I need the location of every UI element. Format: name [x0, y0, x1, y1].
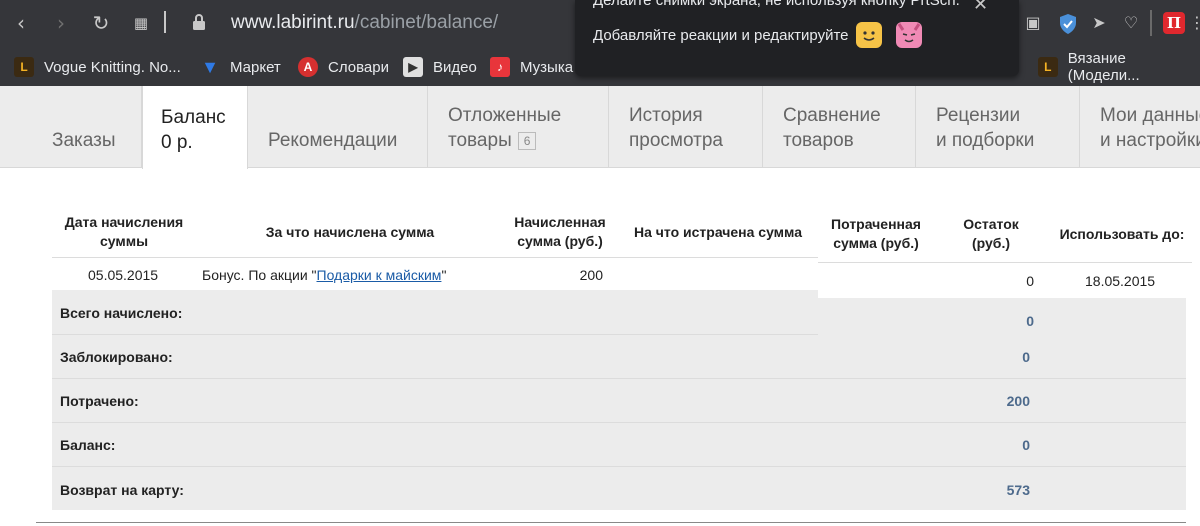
- row-accrued: 200: [579, 267, 603, 283]
- reload-icon[interactable]: ↻: [88, 10, 114, 36]
- url-path: /cabinet/balance/: [354, 12, 499, 33]
- tab-orders[interactable]: Заказы: [0, 86, 142, 168]
- play-icon: ▶: [403, 57, 423, 77]
- close-icon[interactable]: ✕: [973, 0, 988, 15]
- bookmark-label: Видео: [433, 58, 477, 76]
- tab-label: Рецензии: [936, 105, 1021, 126]
- tab-history[interactable]: История просмотра: [609, 86, 763, 168]
- header-rest: Остаток (руб.): [963, 216, 1019, 251]
- knitting-favicon-icon: L: [14, 57, 34, 77]
- header-divider: [52, 257, 818, 258]
- header-reason: За что начислена сумма: [265, 224, 435, 240]
- bookmark-item[interactable]: ▶ Видео: [403, 56, 477, 78]
- lock-icon[interactable]: [192, 13, 206, 31]
- bookmark-label: Маркет: [230, 58, 281, 76]
- tab-saved-items[interactable]: Отложенные товары 6: [428, 86, 609, 168]
- row-valid-until: 18.05.2015: [1085, 273, 1156, 289]
- back-icon[interactable]: ‹: [8, 10, 34, 36]
- tab-label: Рекомендации: [268, 130, 398, 151]
- bookmark-label: Vogue Knitting. No...: [44, 58, 181, 76]
- tab-sublabel: товаров: [783, 130, 854, 151]
- summary-value-refund: 573: [1006, 482, 1030, 498]
- header-spent: Потраченная сумма (руб.): [831, 216, 921, 251]
- tab-sublabel: и подборки: [936, 130, 1035, 151]
- header-divider: [818, 262, 1192, 263]
- summary-value-blocked: 0: [1022, 349, 1030, 365]
- summary-label-total: Всего начислено:: [60, 305, 183, 321]
- menu-icon[interactable]: ⋮: [1186, 12, 1200, 34]
- cart-icon: ▼: [201, 56, 219, 77]
- tab-label: Баланс: [161, 107, 226, 128]
- bookmark-item[interactable]: L Vogue Knitting. No...: [14, 56, 181, 78]
- header-accrued: Начисленная сумма (руб.): [514, 214, 606, 249]
- summary-label-balance: Баланс:: [60, 437, 116, 453]
- tab-recommendations[interactable]: Рекомендации: [248, 86, 428, 168]
- promo-link[interactable]: Подарки к майским: [317, 267, 442, 283]
- tab-balance[interactable]: Баланс 0 р.: [142, 86, 248, 169]
- row-rest: 0: [1026, 273, 1034, 289]
- popup-text: Добавляйте реакции и редактируйте: [593, 27, 849, 44]
- smile-emoji-icon[interactable]: [856, 22, 882, 48]
- bookmark-item[interactable]: L Вязание (Модели...: [1038, 50, 1200, 84]
- bookmark-item[interactable]: A Словари: [298, 56, 389, 78]
- account-tabs: Заказы Баланс 0 р. Рекомендации Отложенн…: [0, 86, 1200, 169]
- header-valid-until: Использовать до:: [1059, 226, 1185, 242]
- summary-value-spent: 200: [1006, 393, 1030, 409]
- header-spent-on: На что истрачена сумма: [633, 224, 802, 240]
- summary-divider: [52, 466, 1186, 467]
- tab-reviews[interactable]: Рецензии и подборки: [916, 86, 1080, 168]
- header-date: Дата начисления суммы: [64, 214, 184, 249]
- summary-label-spent: Потрачено:: [60, 393, 139, 409]
- send-icon[interactable]: ➤: [1088, 12, 1110, 34]
- url-host: www.labirint.ru: [231, 12, 355, 33]
- extension-p-icon[interactable]: П: [1163, 12, 1185, 34]
- popup-title: Делайте снимки экрана, не используя кноп…: [593, 0, 960, 9]
- summary-divider: [52, 334, 818, 335]
- bookmark-label: Словари: [328, 58, 389, 76]
- bookmark-label: Музыка: [520, 58, 574, 76]
- tab-compare[interactable]: Сравнение товаров: [763, 86, 916, 168]
- forward-icon[interactable]: ›: [48, 10, 74, 36]
- toolbar-separator-right: [1150, 10, 1152, 36]
- music-icon: ♪: [490, 57, 510, 77]
- tab-sublabel: и настройки: [1100, 130, 1200, 151]
- address-bar[interactable]: www.labirint.ru/cabinet/balance/: [231, 12, 498, 34]
- tab-sublabel: товары: [448, 130, 512, 151]
- bookmark-label: Вязание (Модели...: [1067, 50, 1140, 84]
- summary-divider: [52, 422, 1186, 423]
- tab-label: Мои данные: [1100, 105, 1200, 126]
- tabs-grid-icon[interactable]: ▦: [128, 10, 154, 36]
- row-date: 05.05.2015: [88, 267, 159, 283]
- summary-label-blocked: Заблокировано:: [60, 349, 173, 365]
- heart-icon[interactable]: ♡: [1120, 12, 1142, 34]
- bottom-rule: [36, 522, 1186, 523]
- row-reason: Бонус. По акции "Подарки к майским": [202, 267, 447, 283]
- tab-label: История: [629, 105, 703, 126]
- saved-count-badge: 6: [517, 131, 537, 150]
- tab-sublabel: просмотра: [629, 130, 723, 151]
- camera-icon[interactable]: ▣: [1022, 12, 1044, 34]
- summary-value-balance: 0: [1022, 437, 1030, 453]
- summary-divider: [52, 378, 1186, 379]
- screenshot-tip-popup: Делайте снимки экрана, не используя кноп…: [575, 0, 1019, 76]
- summary-value-total: 0: [1026, 313, 1034, 329]
- bookmark-item[interactable]: ▼ Маркет: [200, 56, 281, 78]
- devil-emoji-icon[interactable]: [896, 22, 922, 48]
- tab-settings[interactable]: Мои данные и настройки: [1080, 86, 1200, 168]
- tab-label: Сравнение: [783, 105, 881, 126]
- tab-sublabel: 0 р.: [161, 132, 193, 153]
- toolbar-separator: [164, 11, 166, 33]
- shield-icon[interactable]: [1058, 13, 1078, 35]
- summary-label-refund: Возврат на карту:: [60, 482, 184, 498]
- tab-label: Заказы: [52, 130, 116, 151]
- bookmark-item[interactable]: ♪ Музыка: [490, 56, 573, 78]
- tab-label: Отложенные: [448, 105, 562, 126]
- dictionary-icon: A: [298, 57, 318, 77]
- knitting-favicon-icon: L: [1038, 57, 1058, 77]
